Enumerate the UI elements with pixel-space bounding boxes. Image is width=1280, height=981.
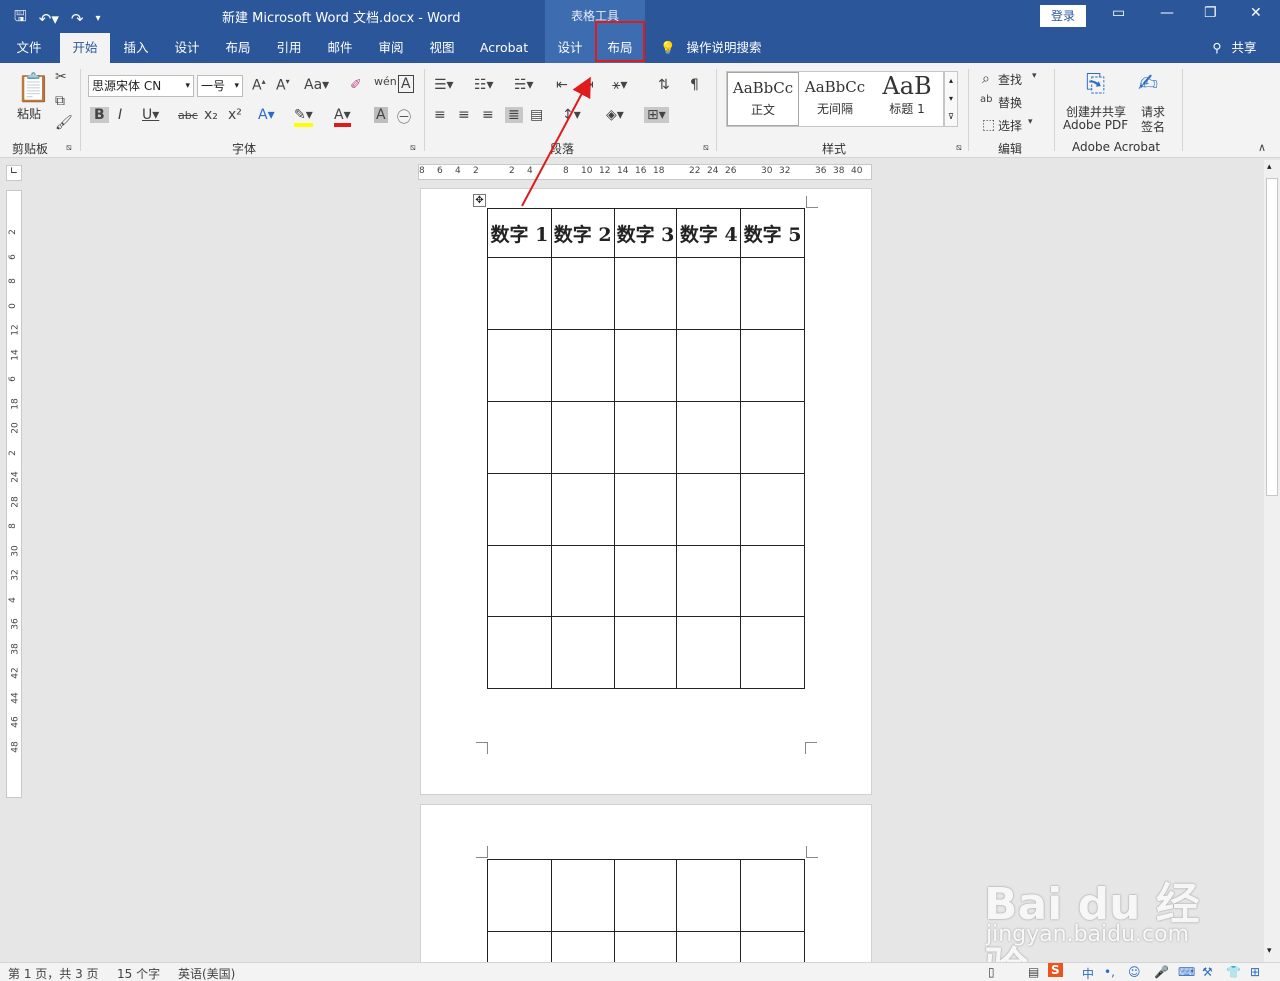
baidu-watermark: Bai du 经验 jingyan.baidu.com [978, 848, 1218, 981]
annotation-arrow [521, 76, 591, 207]
page-count[interactable]: 第 1 页，共 3 页 [8, 965, 99, 981]
scroll-down-icon[interactable]: ▾ [1267, 946, 1272, 956]
ime-punctuation-icon[interactable]: •, [1104, 965, 1115, 979]
ime-menu-icon[interactable]: ⊞ [1250, 965, 1260, 979]
word-count[interactable]: 15 个字 [117, 965, 160, 981]
ime-voice-icon[interactable]: 🎤 [1154, 965, 1169, 979]
print-layout-icon[interactable]: ▤ [1028, 965, 1039, 979]
vertical-scrollbar[interactable]: ▴ ▾ [1264, 160, 1280, 962]
scrollbar-thumb[interactable] [1266, 178, 1278, 496]
ime-keyboard-icon[interactable]: ⌨ [1178, 965, 1195, 979]
ime-skin-icon[interactable]: 👕 [1226, 965, 1241, 979]
language-indicator[interactable]: 英语(美国) [178, 965, 235, 981]
ime-chinese-icon[interactable]: 中 [1082, 965, 1094, 981]
read-mode-icon[interactable]: ▯ [988, 965, 995, 979]
status-bar: 第 1 页，共 3 页 15 个字 英语(美国) ▯ ▤ S 中 •, ☺ 🎤 … [0, 962, 1280, 981]
watermark-url: jingyan.baidu.com [986, 922, 1190, 947]
ime-emoji-icon[interactable]: ☺ [1128, 965, 1141, 979]
sogou-ime-icon[interactable]: S [1048, 963, 1063, 977]
ime-tools-icon[interactable]: ⚒ [1202, 965, 1213, 979]
scroll-up-icon[interactable]: ▴ [1267, 162, 1272, 172]
